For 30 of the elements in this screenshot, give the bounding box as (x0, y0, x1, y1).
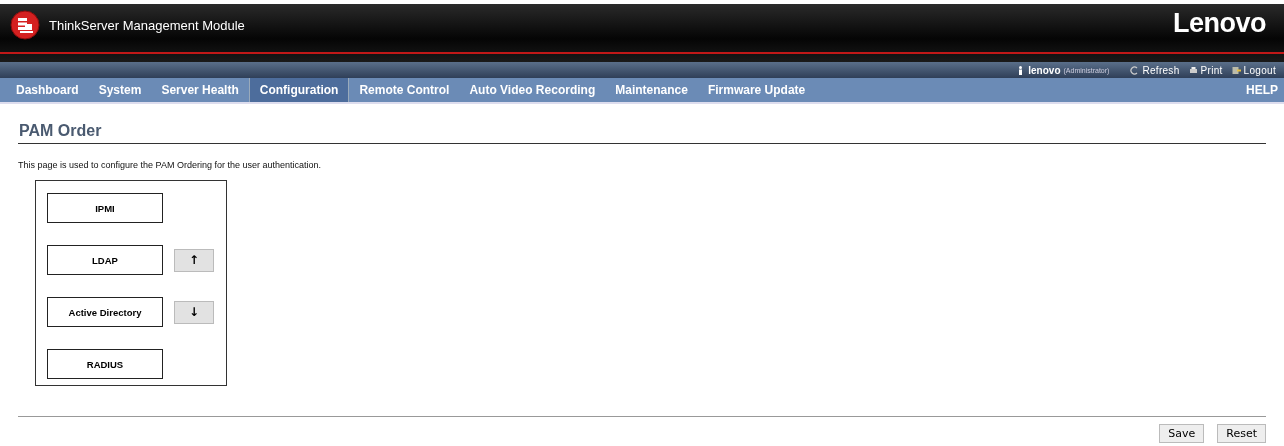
nav-tab[interactable]: System (88, 78, 152, 102)
save-button[interactable]: Save (1159, 424, 1205, 443)
printer-icon (1188, 65, 1198, 75)
toolbar-link[interactable]: Refresh (1142, 64, 1180, 76)
refresh-icon (1130, 65, 1140, 75)
user-icon (1018, 65, 1024, 75)
toolbar-link[interactable]: Logout (1243, 64, 1276, 76)
reset-button[interactable]: Reset (1217, 424, 1266, 443)
nav-tab[interactable]: Server Health (151, 78, 249, 102)
server-logo-icon (10, 10, 40, 40)
toolbar-link[interactable]: Print (1200, 64, 1223, 76)
logout-icon (1231, 65, 1241, 75)
nav-tab[interactable]: Auto Video Recording (459, 78, 606, 102)
move-down-button[interactable]: ↓ (174, 300, 214, 324)
help-link[interactable]: HELP (1246, 78, 1284, 102)
nav-tab[interactable]: Remote Control (349, 78, 460, 102)
nav-tab[interactable]: Firmware Update (697, 78, 816, 102)
pam-list-item[interactable]: LDAP (47, 245, 163, 275)
app-title: ThinkServer Management Module (49, 17, 245, 33)
nav-tab[interactable]: Configuration (248, 78, 350, 102)
pam-list-item[interactable]: RADIUS (47, 349, 163, 379)
move-up-button[interactable]: ↑ (174, 248, 214, 272)
pam-list-item[interactable]: IPMI (47, 193, 163, 223)
nav-tab[interactable]: Maintenance (605, 78, 698, 102)
page-title: PAM Order (18, 122, 1266, 144)
page-description: This page is used to configure the PAM Ordering for the user authentication. (18, 160, 322, 170)
pam-list-item[interactable]: Active Directory (47, 297, 163, 327)
nav-tab[interactable]: Dashboard (6, 78, 89, 102)
brand-logo: Lenovo (1173, 7, 1266, 39)
user-name: lenovo (1028, 64, 1061, 76)
